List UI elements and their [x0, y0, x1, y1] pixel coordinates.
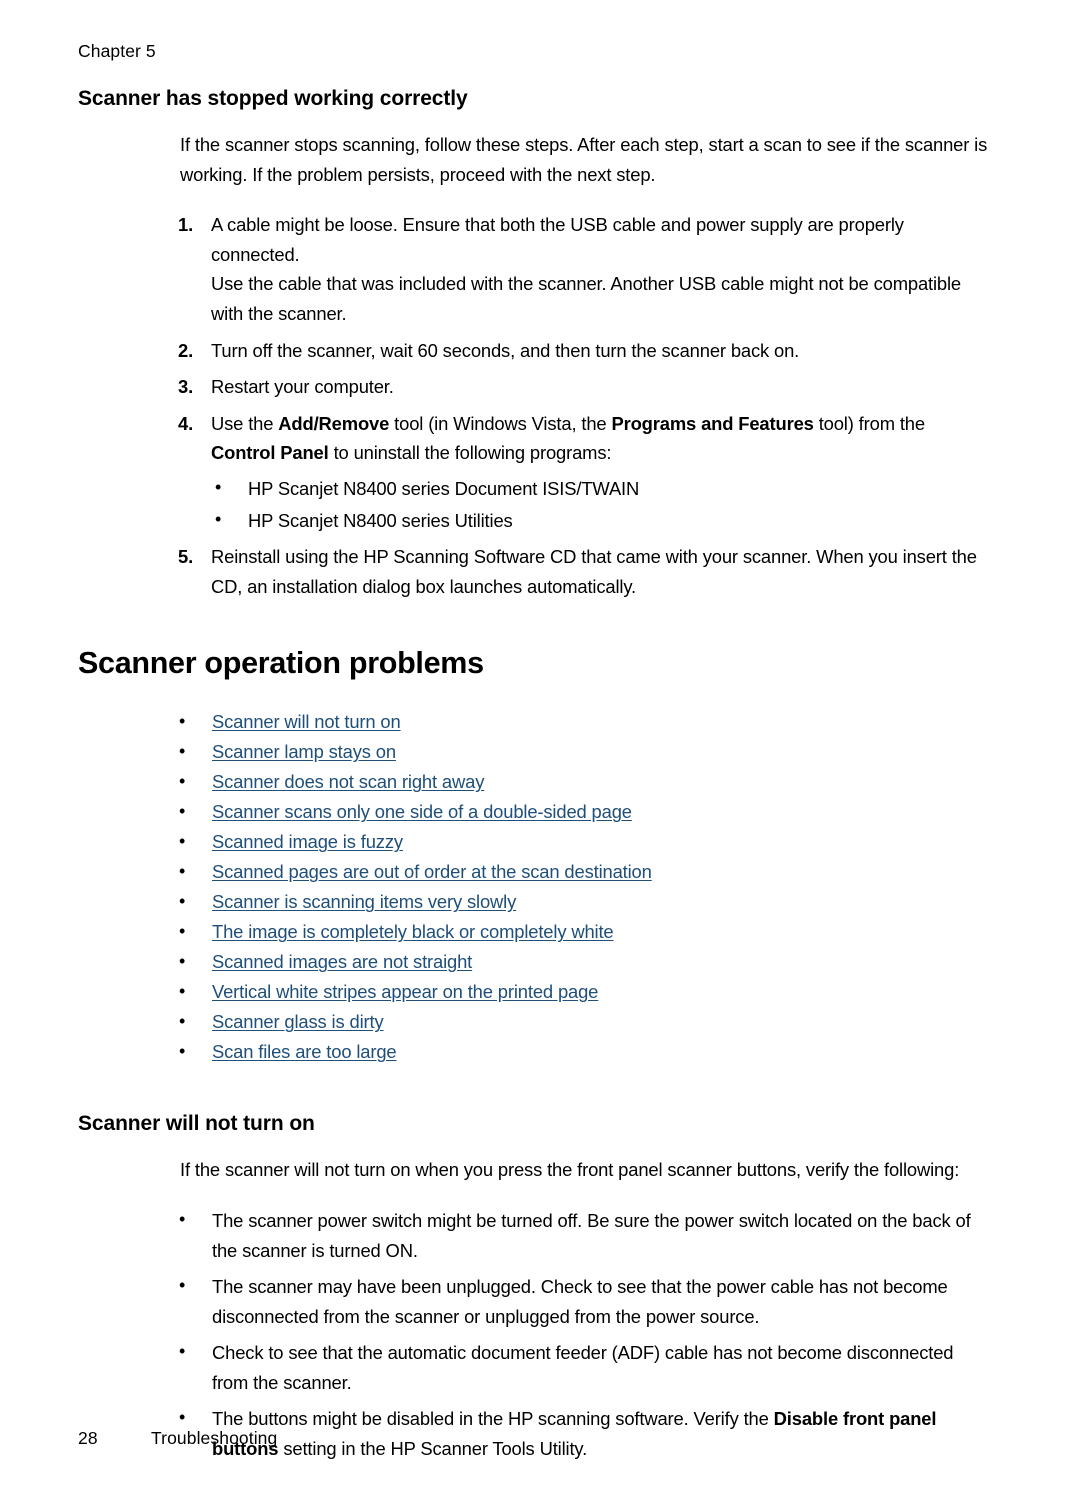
step-extra-text: Use the cable that was included with the… — [211, 273, 962, 324]
step-item: 4. Use the Add/Remove tool (in Windows V… — [78, 409, 990, 535]
bullet-icon: • — [179, 711, 186, 732]
operation-problems-link-list: • Scanner will not turn on • Scanner lam… — [78, 707, 990, 1067]
link-scanner-scans-only-one-side[interactable]: Scanner scans only one side of a double-… — [212, 801, 632, 822]
link-scanner-glass-is-dirty[interactable]: Scanner glass is dirty — [212, 1011, 384, 1032]
bullet-icon: • — [179, 801, 186, 822]
step-item: 2. Turn off the scanner, wait 60 seconds… — [78, 336, 990, 366]
list-item-label: The buttons might be disabled in the HP … — [212, 1408, 937, 1460]
list-item-label: The scanner power switch might be turned… — [212, 1209, 971, 1261]
step-text: Restart your computer. — [211, 376, 394, 398]
list-item-label: The scanner may have been unplugged. Che… — [212, 1276, 948, 1327]
list-item: • Scan files are too large — [78, 1037, 990, 1067]
step-number: 4. — [178, 412, 194, 434]
step-number: 5. — [178, 546, 194, 568]
list-item: • Scanner glass is dirty — [78, 1007, 990, 1037]
step-item: 3. Restart your computer. — [78, 372, 990, 402]
document-page: Chapter 5 Scanner has stopped working co… — [0, 0, 1080, 1495]
list-item: • The scanner power switch might be turn… — [78, 1206, 990, 1265]
step-text: Turn off the scanner, wait 60 seconds, a… — [211, 339, 800, 361]
intro-paragraph-stopped-working: If the scanner stops scanning, follow th… — [180, 134, 988, 185]
page-footer: 28 Troubleshooting — [78, 1427, 277, 1449]
step-text-fragment: to uninstall the following programs: — [328, 442, 612, 464]
link-scan-files-too-large[interactable]: Scan files are too large — [212, 1041, 397, 1062]
list-item: • The scanner may have been unplugged. C… — [78, 1272, 990, 1331]
link-scanner-scanning-very-slowly[interactable]: Scanner is scanning items very slowly — [212, 891, 516, 912]
link-scanner-lamp-stays-on[interactable]: Scanner lamp stays on — [212, 741, 396, 762]
step-text: A cable might be loose. Ensure that both… — [211, 214, 904, 265]
list-item: • HP Scanjet N8400 series Document ISIS/… — [211, 474, 990, 504]
bullet-icon: • — [215, 476, 222, 497]
step-text-fragment: tool) from the — [813, 412, 925, 434]
link-scanned-image-is-fuzzy[interactable]: Scanned image is fuzzy — [212, 831, 403, 852]
list-item: • Scanner does not scan right away — [78, 767, 990, 797]
heading-scanner-has-stopped-working: Scanner has stopped working correctly — [78, 87, 468, 110]
list-item: • Scanner lamp stays on — [78, 737, 990, 767]
list-item: • Scanner is scanning items very slowly — [78, 887, 990, 917]
list-item-label: Check to see that the automatic document… — [212, 1342, 954, 1393]
page-content: Scanner has stopped working correctly If… — [78, 86, 990, 1464]
bullet-icon: • — [179, 741, 186, 762]
step-text: Use the Add/Remove tool (in Windows Vist… — [211, 413, 925, 464]
list-item: • Vertical white stripes appear on the p… — [78, 977, 990, 1007]
step-text-fragment: Use the — [211, 412, 279, 434]
link-vertical-white-stripes[interactable]: Vertical white stripes appear on the pri… — [212, 981, 598, 1002]
bullet-icon: • — [179, 771, 186, 792]
bullet-icon: • — [179, 861, 186, 882]
bullet-icon: • — [179, 981, 186, 1002]
link-image-completely-black-or-white[interactable]: The image is completely black or complet… — [212, 921, 614, 942]
list-item-label: HP Scanjet N8400 series Document ISIS/TW… — [248, 477, 640, 499]
footer-page-number: 28 — [78, 1428, 98, 1448]
list-item: • Scanned pages are out of order at the … — [78, 857, 990, 887]
bullet-icon: • — [179, 1208, 186, 1229]
link-scanner-will-not-turn-on[interactable]: Scanner will not turn on — [212, 711, 401, 732]
step-number: 1. — [178, 214, 194, 236]
step-text: Reinstall using the HP Scanning Software… — [211, 546, 977, 597]
bullet-icon: • — [179, 951, 186, 972]
step-item: 1. A cable might be loose. Ensure that b… — [78, 210, 990, 328]
list-item: • Scanner scans only one side of a doubl… — [78, 797, 990, 827]
link-scanned-pages-out-of-order[interactable]: Scanned pages are out of order at the sc… — [212, 861, 652, 882]
list-item: • Scanner will not turn on — [78, 707, 990, 737]
bullet-icon: • — [179, 891, 186, 912]
troubleshooting-steps-list: 1. A cable might be loose. Ensure that b… — [78, 210, 990, 601]
bullet-icon: • — [179, 1011, 186, 1032]
list-item-fragment: setting in the HP Scanner Tools Utility. — [278, 1438, 588, 1460]
list-item: • Scanned images are not straight — [78, 947, 990, 977]
step-text-bold-programs-and-features: Programs and Features — [611, 412, 814, 434]
list-item: • The image is completely black or compl… — [78, 917, 990, 947]
heading-scanner-will-not-turn-on: Scanner will not turn on — [78, 1112, 315, 1136]
link-scanned-images-not-straight[interactable]: Scanned images are not straight — [212, 951, 472, 972]
list-item-label: HP Scanjet N8400 series Utilities — [248, 509, 513, 531]
list-item-fragment: The buttons might be disabled in the HP … — [212, 1408, 774, 1430]
step-number: 3. — [178, 376, 194, 398]
step-item: 5. Reinstall using the HP Scanning Softw… — [78, 542, 990, 601]
step-number: 2. — [178, 339, 194, 361]
list-item: • Scanned image is fuzzy — [78, 827, 990, 857]
bullet-icon: • — [179, 1275, 186, 1296]
link-scanner-does-not-scan-right-away[interactable]: Scanner does not scan right away — [212, 771, 484, 792]
footer-label: Troubleshooting — [151, 1428, 278, 1448]
list-item: • HP Scanjet N8400 series Utilities — [211, 506, 990, 536]
heading-scanner-operation-problems: Scanner operation problems — [78, 646, 484, 681]
bullet-icon: • — [179, 1341, 186, 1362]
chapter-running-head: Chapter 5 — [78, 41, 156, 61]
step-text-bold-control-panel: Control Panel — [211, 442, 329, 464]
bullet-icon: • — [179, 831, 186, 852]
intro-paragraph-will-not-turn-on: If the scanner will not turn on when you… — [180, 1159, 960, 1181]
bullet-icon: • — [179, 921, 186, 942]
will-not-turn-on-checklist: • The scanner power switch might be turn… — [78, 1206, 990, 1464]
list-item: • Check to see that the automatic docume… — [78, 1338, 990, 1397]
bullet-icon: • — [179, 1041, 186, 1062]
step-text-bold-add-remove: Add/Remove — [278, 412, 390, 434]
bullet-icon: • — [215, 508, 222, 529]
programs-to-uninstall-list: • HP Scanjet N8400 series Document ISIS/… — [211, 474, 990, 535]
step-text-fragment: tool (in Windows Vista, the — [389, 412, 612, 434]
